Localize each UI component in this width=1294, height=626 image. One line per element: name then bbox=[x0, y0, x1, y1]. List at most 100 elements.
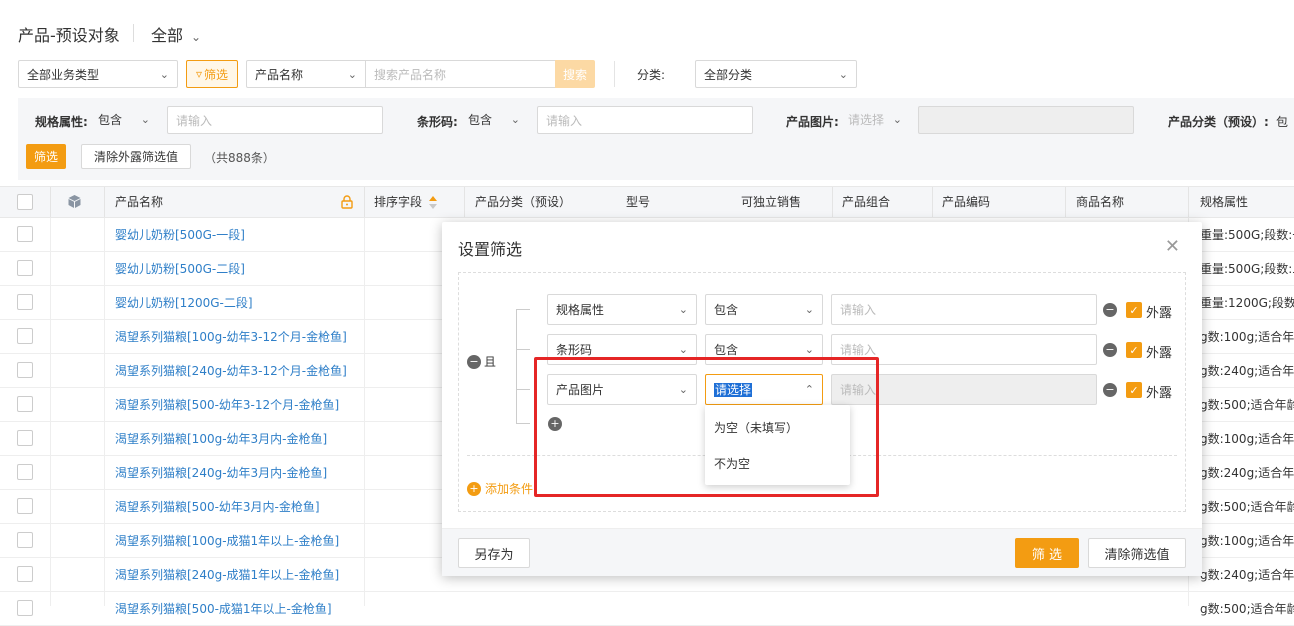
image-filter-label: 产品图片: bbox=[786, 115, 839, 129]
category-select[interactable]: 全部分类 ⌄ bbox=[695, 60, 857, 88]
row-checkbox[interactable] bbox=[17, 396, 33, 412]
table-row[interactable]: 渴望系列猫粮[500-成猫1年以上-金枪鱼] g数:500;适合年龄 bbox=[0, 592, 1294, 626]
chevron-down-icon: ⌄ bbox=[347, 67, 357, 81]
product-name-link[interactable]: 渴望系列猫粮[500-幼年3月内-金枪鱼] bbox=[115, 498, 320, 515]
tree-line bbox=[516, 309, 530, 310]
column-header-name[interactable]: 产品名称 bbox=[115, 187, 163, 217]
clear-filter-button[interactable]: 清除筛选值 bbox=[1088, 538, 1186, 568]
title-divider bbox=[133, 24, 134, 42]
condition-value-input[interactable]: 请输入 bbox=[831, 294, 1097, 325]
image-op-value: 请选择 bbox=[848, 112, 885, 127]
column-header-spec[interactable]: 规格属性 bbox=[1200, 187, 1248, 217]
product-name-link[interactable]: 渴望系列猫粮[240g-幼年3月内-金枪鱼] bbox=[115, 464, 327, 481]
column-header-goods[interactable]: 商品名称 bbox=[1076, 187, 1124, 217]
condition-value-placeholder: 请输入 bbox=[840, 343, 877, 357]
condition-field-value: 条形码 bbox=[556, 343, 593, 357]
expose-label: 外露 bbox=[1146, 386, 1173, 401]
chevron-down-icon: ⌄ bbox=[191, 30, 202, 44]
row-checkbox[interactable] bbox=[17, 328, 33, 344]
row-checkbox[interactable] bbox=[17, 294, 33, 310]
product-name-link[interactable]: 婴幼儿奶粉[1200G-二段] bbox=[115, 294, 253, 311]
barcode-op-select[interactable]: 包含 ⌄ bbox=[460, 106, 528, 132]
category-op-value[interactable]: 包 bbox=[1276, 113, 1288, 130]
column-header-sellable[interactable]: 可独立销售 bbox=[741, 187, 801, 217]
spec-cell: g数:240g;适合年龄 bbox=[1200, 568, 1294, 582]
expose-checkbox[interactable]: ✓ bbox=[1126, 302, 1142, 318]
row-checkbox[interactable] bbox=[17, 362, 33, 378]
lock-icon[interactable] bbox=[340, 195, 354, 209]
chevron-down-icon: ⌄ bbox=[892, 112, 902, 126]
top-bar: 产品-预设对象 全部 ⌄ 全部业务类型 ⌄ ▿ 筛选 产品名称 ⌄ 搜索 产品名称 … bbox=[0, 0, 1294, 185]
spec-cell: 重量:500G;段数:一 bbox=[1200, 228, 1294, 242]
clear-exposed-filter-button[interactable]: 清除外露筛选值 bbox=[81, 144, 191, 169]
and-group-toggle[interactable]: − 且 bbox=[467, 353, 496, 370]
product-name-link[interactable]: 渴望系列猫粮[100g-幼年3月内-金枪鱼] bbox=[115, 430, 327, 447]
product-name-link[interactable]: 渴望系列猫粮[100g-成猫1年以上-金枪鱼] bbox=[115, 532, 339, 549]
cube-icon[interactable] bbox=[67, 194, 82, 209]
search-button[interactable]: 搜索 bbox=[555, 60, 595, 88]
product-name-link[interactable]: 渴望系列猫粮[240g-幼年3-12个月-金枪鱼] bbox=[115, 362, 347, 379]
row-checkbox[interactable] bbox=[17, 498, 33, 514]
spec-cell: g数:100g;适合年龄 bbox=[1200, 534, 1294, 548]
apply-filter-button[interactable]: 筛 选 bbox=[1015, 538, 1079, 568]
toolbar-divider bbox=[614, 61, 615, 87]
filter-toggle-button[interactable]: ▿ 筛选 bbox=[186, 60, 238, 88]
image-op-select[interactable]: 请选择 ⌄ bbox=[840, 106, 910, 132]
add-condition-label: 添加条件 bbox=[485, 482, 534, 496]
product-name-link[interactable]: 渴望系列猫粮[500-成猫1年以上-金枪鱼] bbox=[115, 600, 332, 617]
barcode-filter-input[interactable]: 请输入 bbox=[537, 106, 753, 134]
chevron-down-icon: ⌄ bbox=[838, 67, 848, 81]
row-checkbox[interactable] bbox=[17, 566, 33, 582]
filter-button[interactable]: 筛选 bbox=[26, 144, 66, 169]
expose-checkbox[interactable]: ✓ bbox=[1126, 342, 1142, 358]
table-header: 产品名称 排序字段 产品分类（预设） 型号 可独立销售 产品组合 产品编码 商品… bbox=[0, 186, 1294, 218]
row-checkbox[interactable] bbox=[17, 226, 33, 242]
spec-op-select[interactable]: 包含 ⌄ bbox=[90, 106, 158, 132]
column-header-model[interactable]: 型号 bbox=[626, 187, 650, 217]
business-type-select[interactable]: 全部业务类型 ⌄ bbox=[18, 60, 178, 88]
row-checkbox[interactable] bbox=[17, 430, 33, 446]
spec-filter-input[interactable]: 请输入 bbox=[167, 106, 383, 134]
select-all-checkbox[interactable] bbox=[17, 194, 33, 210]
search-input[interactable]: 搜索产品名称 bbox=[365, 60, 556, 88]
product-name-link[interactable]: 渴望系列猫粮[500-幼年3-12个月-金枪鱼] bbox=[115, 396, 339, 413]
tree-line bbox=[516, 309, 517, 423]
row-checkbox[interactable] bbox=[17, 260, 33, 276]
product-name-link[interactable]: 渴望系列猫粮[100g-幼年3-12个月-金枪鱼] bbox=[115, 328, 347, 345]
column-header-category[interactable]: 产品分类（预设） bbox=[475, 187, 571, 217]
column-header-combo[interactable]: 产品组合 bbox=[842, 187, 890, 217]
add-condition-link[interactable]: + 添加条件 bbox=[467, 480, 533, 497]
condition-field-select[interactable]: 规格属性 ⌄ bbox=[547, 294, 697, 325]
expose-checkbox[interactable]: ✓ bbox=[1126, 382, 1142, 398]
search-field-select[interactable]: 产品名称 ⌄ bbox=[246, 60, 366, 88]
category-filter-label: 产品分类（预设）: bbox=[1168, 115, 1269, 129]
plus-circle-icon: + bbox=[467, 481, 481, 496]
view-selector[interactable]: 全部 ⌄ bbox=[151, 22, 201, 46]
exposed-filter-panel: 规格属性: 包含 ⌄ 请输入 条形码: 包含 ⌄ 请输入 产品图片: 请选择 ⌄… bbox=[18, 98, 1294, 180]
spec-filter-placeholder: 请输入 bbox=[176, 113, 213, 128]
row-checkbox[interactable] bbox=[17, 532, 33, 548]
remove-condition-button[interactable]: − bbox=[1103, 382, 1117, 397]
column-header-code[interactable]: 产品编码 bbox=[942, 187, 990, 217]
product-name-link[interactable]: 渴望系列猫粮[240g-成猫1年以上-金枪鱼] bbox=[115, 566, 339, 583]
barcode-filter-placeholder: 请输入 bbox=[546, 113, 583, 128]
checkmark-icon: ✓ bbox=[1126, 342, 1142, 358]
row-checkbox[interactable] bbox=[17, 600, 33, 616]
column-header-sort[interactable]: 排序字段 bbox=[374, 187, 422, 217]
product-name-link[interactable]: 婴幼儿奶粉[500G-一段] bbox=[115, 226, 245, 243]
column-divider bbox=[1065, 187, 1066, 217]
save-as-button[interactable]: 另存为 bbox=[458, 538, 530, 568]
close-icon[interactable]: ✕ bbox=[1165, 236, 1180, 257]
remove-condition-button[interactable]: − bbox=[1103, 302, 1117, 317]
spec-cell: g数:100g;适合年龄 bbox=[1200, 330, 1294, 344]
row-checkbox[interactable] bbox=[17, 464, 33, 480]
sort-icon[interactable] bbox=[429, 196, 437, 209]
spec-cell: g数:500;适合年龄 bbox=[1200, 500, 1294, 514]
product-name-link[interactable]: 婴幼儿奶粉[500G-二段] bbox=[115, 260, 245, 277]
condition-field-value: 规格属性 bbox=[556, 303, 605, 317]
spec-cell: g数:240g;适合年龄 bbox=[1200, 364, 1294, 378]
record-count: （共888条） bbox=[204, 151, 275, 165]
condition-operator-select[interactable]: 包含 ⌄ bbox=[705, 294, 823, 325]
and-label: 且 bbox=[484, 355, 497, 369]
remove-condition-button[interactable]: − bbox=[1103, 342, 1117, 357]
